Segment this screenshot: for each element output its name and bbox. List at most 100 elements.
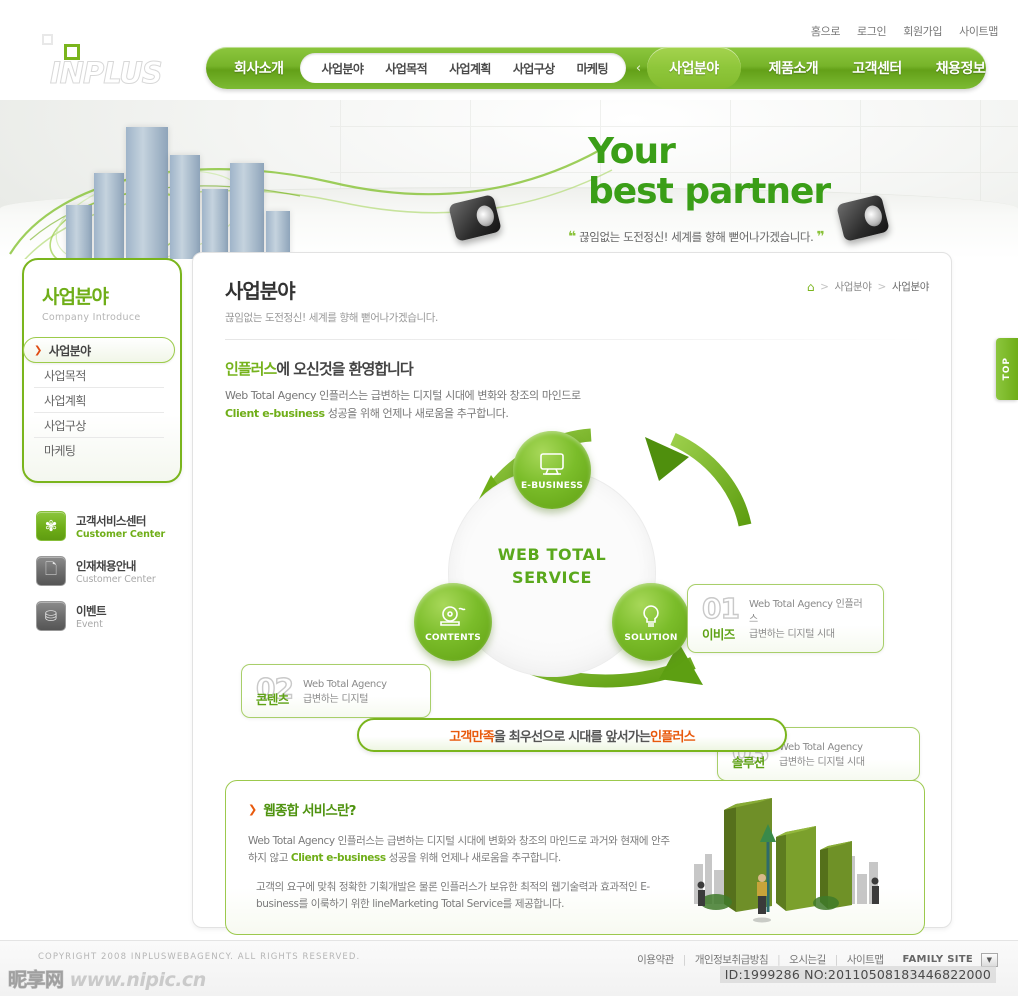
subnav-item-business-purpose[interactable]: 사업목적 xyxy=(385,60,427,77)
callout-line1: Web Total Agency 인플러스 xyxy=(748,599,863,625)
utility-link-sitemap[interactable]: 사이트맵 xyxy=(959,23,998,39)
footer-separator: | xyxy=(777,953,781,966)
callout-line1: Web Total Agency xyxy=(778,742,863,753)
building-illustration xyxy=(60,99,300,259)
home-icon[interactable]: ⌂ xyxy=(807,280,815,294)
utility-link-signup[interactable]: 회원가입 xyxy=(903,23,942,39)
welcome-title-rest: 에 오신것을 환영합니다 xyxy=(276,360,413,378)
hero-title-line2: best partner xyxy=(588,171,831,212)
footer-link-terms[interactable]: 이용약관 xyxy=(637,952,674,967)
footer-separator: | xyxy=(682,953,687,966)
sidebar-item-business-plan[interactable]: 사업계획 xyxy=(34,388,164,413)
document-icon: 🗋 xyxy=(36,556,66,586)
quote-close-icon: ❞ xyxy=(816,229,825,245)
welcome-title: 인플러스에 오신것을 환영합니다 xyxy=(225,358,919,379)
sidebar-menu-list: ❯ 사업분야 사업목적 사업계획 사업구상 마케팅 xyxy=(23,337,175,463)
breadcrumb-item-1[interactable]: 사업분야 xyxy=(835,279,872,294)
callout-line1: Web Total Agency xyxy=(302,679,387,690)
sidebar: 사업분야 Company Introduce ❯ 사업분야 사업목적 사업계획 … xyxy=(22,258,184,644)
nav-item-customer-center[interactable]: 고객센터 xyxy=(852,58,902,78)
center-line1: WEB TOTAL xyxy=(497,545,607,564)
utility-link-home[interactable]: 홈으로 xyxy=(811,23,841,39)
sidebar-title: 사업분야 xyxy=(42,286,109,308)
breadcrumb-separator: > xyxy=(877,280,887,293)
sidebar-item-business-area[interactable]: ❯ 사업분야 xyxy=(23,337,175,363)
chevron-left-icon[interactable]: ‹ xyxy=(636,61,641,76)
banner-event[interactable]: ⛁ 이벤트 Event xyxy=(36,599,184,633)
footer-links: 이용약관 | 개인정보취급방침 | 오시는길 | 사이트맵 FAMILY SIT… xyxy=(637,952,998,967)
banner-recruit[interactable]: 🗋 인재채용안내 Customer Center xyxy=(36,554,184,588)
nav-item-company[interactable]: 회사소개 xyxy=(234,58,284,78)
sidebar-menu-box: 사업분야 Company Introduce ❯ 사업분야 사업목적 사업계획 … xyxy=(22,258,182,483)
page-header: 사업분야 끊임없는 도전정신! 세계를 향해 뻗어나가겠습니다. ⌂ > 사업분… xyxy=(193,253,951,325)
family-site-label: FAMILY SITE xyxy=(902,954,973,965)
chevron-down-icon[interactable]: ▼ xyxy=(981,952,998,967)
node-label: CONTENTS xyxy=(425,633,481,643)
footer-link-sitemap[interactable]: 사이트맵 xyxy=(847,952,884,967)
slogan-part3: 인플러스 xyxy=(650,729,695,745)
nav-item-products[interactable]: 제품소개 xyxy=(769,58,819,78)
callout-label: 이비즈 xyxy=(702,627,735,642)
slogan-part1: 고객만족 xyxy=(449,729,494,745)
site-logo[interactable]: INPLUS xyxy=(42,34,182,91)
welcome-title-highlight: 인플러스 xyxy=(225,360,277,378)
sidebar-item-business-purpose[interactable]: 사업목적 xyxy=(34,363,164,388)
nav-item-business-area-active[interactable]: 사업분야 xyxy=(647,47,741,89)
footer-link-privacy[interactable]: 개인정보취급방침 xyxy=(695,952,769,967)
sidebar-item-marketing[interactable]: 마케팅 xyxy=(34,438,164,463)
banner-customer-service[interactable]: ✾ 고객서비스센터 Customer Center xyxy=(36,509,184,543)
quote-open-icon: ❝ xyxy=(568,229,576,245)
banner-subtitle: Customer Center xyxy=(76,528,166,540)
diagram-node-ebusiness[interactable]: E-BUSINESS xyxy=(513,431,591,509)
id-overlay: ID:1999286 NO:20110508183446822000 xyxy=(719,966,996,983)
welcome-section: 인플러스에 오신것을 환영합니다 Web Total Agency 인플러스는 … xyxy=(193,340,951,423)
sidebar-item-business-concept[interactable]: 사업구상 xyxy=(34,413,164,438)
disc-icon xyxy=(438,604,468,630)
subnav-item-business-concept[interactable]: 사업구상 xyxy=(513,60,555,77)
callout-label: 솔루션 xyxy=(732,755,765,770)
infobox-paragraph-1: Web Total Agency 인플러스는 급변하는 디지털 시대에 변화와 … xyxy=(248,833,678,867)
copyright-text: COPYRIGHT 2008 INPLUSWEBAGENCY. ALL RIGH… xyxy=(38,952,361,962)
web-service-infobox: ❯ 웹종합 서비스란? Web Total Agency 인플러스는 급변하는 … xyxy=(225,780,925,935)
logo-text: INPLUS xyxy=(50,56,164,91)
main-content-panel: 사업분야 끊임없는 도전정신! 세계를 향해 뻗어나가겠습니다. ⌂ > 사업분… xyxy=(192,252,952,935)
banner-title: 고객서비스센터 xyxy=(76,513,146,528)
arrow-right-icon: ❯ xyxy=(248,802,257,816)
callout-label: 콘텐츠 xyxy=(256,692,289,707)
sidebar-item-label: 사업계획 xyxy=(44,393,86,408)
subnav-item-business-plan[interactable]: 사업계획 xyxy=(449,60,491,77)
family-site-select[interactable]: FAMILY SITE ▼ xyxy=(902,952,998,967)
watermark-url: www.nipic.cn xyxy=(69,969,207,991)
infobox-title-text: 웹종합 서비스란? xyxy=(263,803,356,819)
utility-link-login[interactable]: 로그인 xyxy=(857,23,887,39)
monitor-icon xyxy=(537,452,567,478)
slogan-banner: 고객만족 을 최우선으로 시대를 앞서가는 인플러스 xyxy=(357,718,787,752)
sidebar-banners: ✾ 고객서비스센터 Customer Center 🗋 인재채용안내 Custo… xyxy=(36,509,184,633)
banner-title: 인재채용안내 xyxy=(76,558,136,573)
banner-subtitle: Event xyxy=(76,618,103,630)
main-navigation: 회사소개 사업분야 사업목적 사업계획 사업구상 마케팅 ‹ 사업분야 제품소개… xyxy=(206,47,986,89)
growth-chart-illustration xyxy=(694,798,879,923)
nav-right-group: 제품소개 고객센터 채용정보 xyxy=(769,58,986,78)
hero-banner: Your best partner ❝ 끊임없는 도전정신! 세계를 향해 뻗어… xyxy=(0,84,1018,259)
breadcrumb-separator: > xyxy=(820,280,829,293)
arrow-right-icon: ❯ xyxy=(34,344,42,356)
flower-icon: ✾ xyxy=(36,511,66,541)
callout-line2: 급변하는 디지털 시대 xyxy=(748,629,835,640)
infobox-p1c: 성공을 위해 언제나 새로움을 추구합니다. xyxy=(385,852,562,864)
watermark-cjk: 昵享网 xyxy=(8,969,65,992)
breadcrumb-item-current: 사업분야 xyxy=(891,281,929,293)
subnav-item-business-area[interactable]: 사업분야 xyxy=(322,60,364,77)
hero-title: Your best partner xyxy=(588,131,831,212)
scroll-to-top-button[interactable]: TOP xyxy=(996,338,1018,400)
hero-title-line1: Your xyxy=(588,131,676,172)
lightbulb-icon xyxy=(638,604,664,630)
footer-link-directions[interactable]: 오시는길 xyxy=(789,952,826,967)
diagram-node-contents[interactable]: CONTENTS xyxy=(414,583,492,661)
diagram-node-solution[interactable]: SOLUTION xyxy=(612,583,690,661)
subnav-item-marketing[interactable]: 마케팅 xyxy=(577,60,609,77)
hero-subtitle-text: 끊임없는 도전정신! 세계를 향해 뻗어나가겠습니다. xyxy=(579,230,814,244)
nav-item-recruit[interactable]: 채용정보 xyxy=(936,58,986,78)
site-header: 홈으로 로그인 회원가입 사이트맵 INPLUS 회사소개 사업분야 사업목적 … xyxy=(0,0,1018,100)
gift-icon: ⛁ xyxy=(36,601,66,631)
